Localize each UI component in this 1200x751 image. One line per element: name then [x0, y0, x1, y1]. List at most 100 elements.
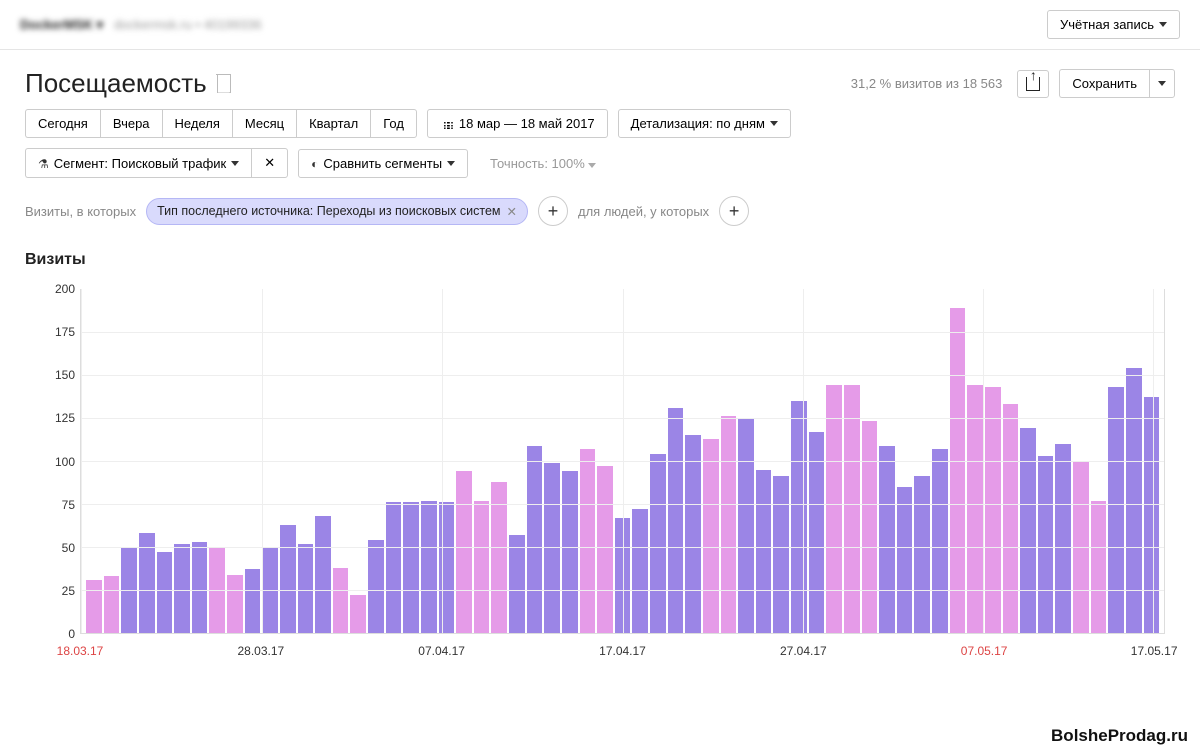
chart-bar[interactable] — [368, 540, 384, 633]
chart-bar[interactable] — [721, 416, 737, 633]
chart-plot-area — [80, 289, 1165, 634]
x-tick: 17.04.17 — [599, 644, 646, 658]
date-range-button[interactable]: 18 мар — 18 май 2017 — [427, 109, 608, 138]
save-button[interactable]: Сохранить — [1059, 69, 1149, 98]
chevron-down-icon — [447, 161, 455, 166]
segment-button[interactable]: Сегмент: Поисковый трафик — [25, 148, 251, 178]
chart-bar[interactable] — [1144, 397, 1160, 633]
date-range-label: 18 мар — 18 май 2017 — [459, 116, 595, 131]
detail-button[interactable]: Детализация: по дням — [618, 109, 791, 138]
chart-bar[interactable] — [1020, 428, 1036, 633]
chart-bar[interactable] — [456, 471, 472, 633]
chart-bar[interactable] — [439, 502, 455, 633]
y-tick: 0 — [35, 627, 75, 641]
chart-bar[interactable] — [104, 576, 120, 633]
chart-bar[interactable] — [756, 470, 772, 633]
chart-bar[interactable] — [139, 533, 155, 633]
segment-tags: Визиты, в которых Тип последнего источни… — [0, 188, 1200, 241]
chart-bar[interactable] — [597, 466, 613, 633]
chart-bar[interactable] — [562, 471, 578, 633]
precision-label: Точность: 100% — [490, 156, 585, 171]
compare-label: Сравнить сегменты — [323, 156, 442, 171]
chart-bar[interactable] — [791, 401, 807, 633]
chart-bar[interactable] — [86, 580, 102, 633]
chart-bar[interactable] — [862, 421, 878, 633]
y-tick: 25 — [35, 584, 75, 598]
chart-bar[interactable] — [280, 525, 296, 633]
segment-tag-label: Тип последнего источника: Переходы из по… — [157, 204, 500, 218]
calendar-icon — [440, 118, 454, 130]
chart-bar[interactable] — [773, 476, 789, 633]
add-people-filter-button[interactable]: + — [719, 196, 749, 226]
save-split-button: Сохранить — [1059, 69, 1175, 98]
chart-bar[interactable] — [527, 446, 543, 633]
y-tick: 75 — [35, 498, 75, 512]
chevron-down-icon — [1159, 22, 1167, 27]
chart-bar[interactable] — [1108, 387, 1124, 633]
chart-bar[interactable] — [738, 418, 754, 633]
chart-bar[interactable] — [1055, 444, 1071, 633]
watermark: BolsheProdag.ru — [1051, 726, 1188, 746]
chart: 0255075100125150175200 18.03.1728.03.170… — [80, 289, 1165, 669]
chart-bar[interactable] — [826, 385, 842, 633]
x-tick: 27.04.17 — [780, 644, 827, 658]
chart-bar[interactable] — [1003, 404, 1019, 633]
chart-bar[interactable] — [932, 449, 948, 633]
chart-bar[interactable] — [668, 408, 684, 633]
add-visit-filter-button[interactable]: + — [538, 196, 568, 226]
chart-bar[interactable] — [245, 569, 261, 633]
x-tick: 07.05.17 — [961, 644, 1008, 658]
period-button[interactable]: Месяц — [232, 109, 296, 138]
chevron-down-icon — [1158, 81, 1166, 86]
y-tick: 50 — [35, 541, 75, 555]
chart-bar[interactable] — [967, 385, 983, 633]
chart-bar[interactable] — [580, 449, 596, 633]
chart-bar[interactable] — [509, 535, 525, 633]
chart-bar[interactable] — [421, 501, 437, 633]
topbar: DockerMSK ▾ dockermsk.ru • 40199336 Учёт… — [0, 0, 1200, 50]
chart-bar[interactable] — [1091, 501, 1107, 633]
chart-bar[interactable] — [386, 502, 402, 633]
account-button[interactable]: Учётная запись — [1047, 10, 1180, 39]
chart-bar[interactable] — [333, 568, 349, 633]
chart-bar[interactable] — [315, 516, 331, 633]
x-tick: 07.04.17 — [418, 644, 465, 658]
chart-bar[interactable] — [844, 385, 860, 633]
chart-bar[interactable] — [174, 544, 190, 633]
save-dropdown-button[interactable] — [1149, 69, 1175, 98]
share-button[interactable] — [1017, 70, 1049, 98]
chart-bar[interactable] — [632, 509, 648, 633]
chart-bar[interactable] — [685, 435, 701, 633]
chart-bar[interactable] — [703, 439, 719, 633]
period-button[interactable]: Неделя — [162, 109, 232, 138]
period-button[interactable]: Вчера — [100, 109, 162, 138]
chart-bar[interactable] — [227, 575, 243, 633]
chart-bar[interactable] — [474, 501, 490, 633]
y-tick: 150 — [35, 368, 75, 382]
period-button[interactable]: Квартал — [296, 109, 370, 138]
compare-button[interactable]: Сравнить сегменты — [298, 149, 468, 178]
chart-bar[interactable] — [403, 502, 419, 633]
segment-group: Сегмент: Поисковый трафик ✕ — [25, 148, 288, 178]
chart-bar[interactable] — [157, 552, 173, 633]
segment-tag[interactable]: Тип последнего источника: Переходы из по… — [146, 198, 528, 225]
chart-bar[interactable] — [650, 454, 666, 633]
detail-label: Детализация: по дням — [631, 116, 765, 131]
chart-bar[interactable] — [950, 308, 966, 633]
chart-bar[interactable] — [897, 487, 913, 633]
chart-bar[interactable] — [1126, 368, 1142, 633]
chart-bar[interactable] — [1038, 456, 1054, 633]
period-button[interactable]: Год — [370, 109, 417, 138]
chart-bar[interactable] — [298, 544, 314, 633]
precision-selector[interactable]: Точность: 100% — [478, 150, 608, 177]
chart-bar[interactable] — [350, 595, 366, 633]
chart-bar[interactable] — [192, 542, 208, 633]
chart-bar[interactable] — [914, 476, 930, 633]
x-tick: 28.03.17 — [238, 644, 285, 658]
chart-bar[interactable] — [985, 387, 1001, 633]
period-button[interactable]: Сегодня — [25, 109, 100, 138]
bookmark-icon[interactable] — [217, 75, 231, 93]
chart-bar[interactable] — [879, 446, 895, 633]
segment-clear-button[interactable]: ✕ — [251, 148, 288, 178]
close-icon[interactable]: ✕ — [507, 204, 517, 219]
